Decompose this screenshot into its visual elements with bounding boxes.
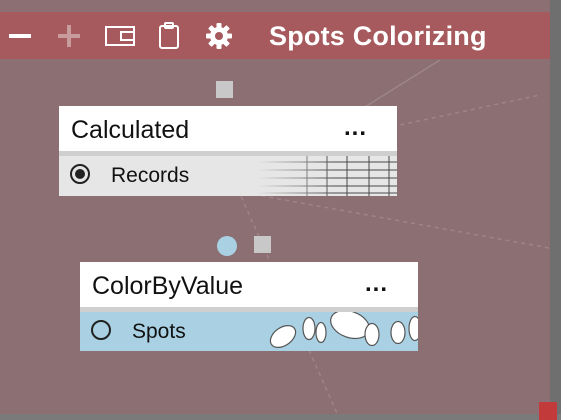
scrollbar-horizontal[interactable] [0, 414, 561, 420]
scrollbar-vertical[interactable] [550, 0, 561, 420]
output-label: Spots [132, 320, 186, 343]
node-canvas[interactable] [0, 0, 561, 420]
colorbyvalue-link-port[interactable] [217, 236, 237, 256]
resize-handle[interactable] [539, 402, 557, 420]
minus-icon[interactable] [6, 12, 34, 59]
output-label: Records [111, 164, 190, 187]
calculated-input-port[interactable] [216, 81, 233, 98]
output-row-records[interactable]: Records [59, 156, 397, 196]
node-menu-button[interactable]: ... [344, 114, 367, 142]
node-title: ColorByValue [92, 272, 244, 300]
node-header[interactable]: Calculated ... [59, 106, 397, 156]
output-row-spots[interactable]: Spots [80, 312, 418, 351]
colorbyvalue-node[interactable]: ColorByValue ... Spots [80, 262, 418, 351]
colorbyvalue-input-port[interactable] [254, 236, 271, 253]
records-radio[interactable] [70, 164, 90, 184]
plus-icon[interactable] [55, 12, 83, 59]
clipboard-icon[interactable] [155, 12, 183, 59]
window-titlebar: Spots Colorizing [0, 12, 550, 59]
gear-icon[interactable] [203, 12, 235, 59]
node-menu-button[interactable]: ... [365, 270, 388, 298]
records-thumbnail [257, 156, 397, 196]
connection-lines [224, 59, 561, 420]
spots-radio[interactable] [91, 320, 111, 340]
calculated-node[interactable]: Calculated ... Records [59, 106, 397, 196]
wallet-icon[interactable] [102, 12, 138, 59]
node-header[interactable]: ColorByValue ... [80, 262, 418, 312]
node-title: Calculated [71, 116, 190, 144]
window-title: Spots Colorizing [269, 21, 487, 51]
spots-thumbnail [269, 312, 418, 349]
